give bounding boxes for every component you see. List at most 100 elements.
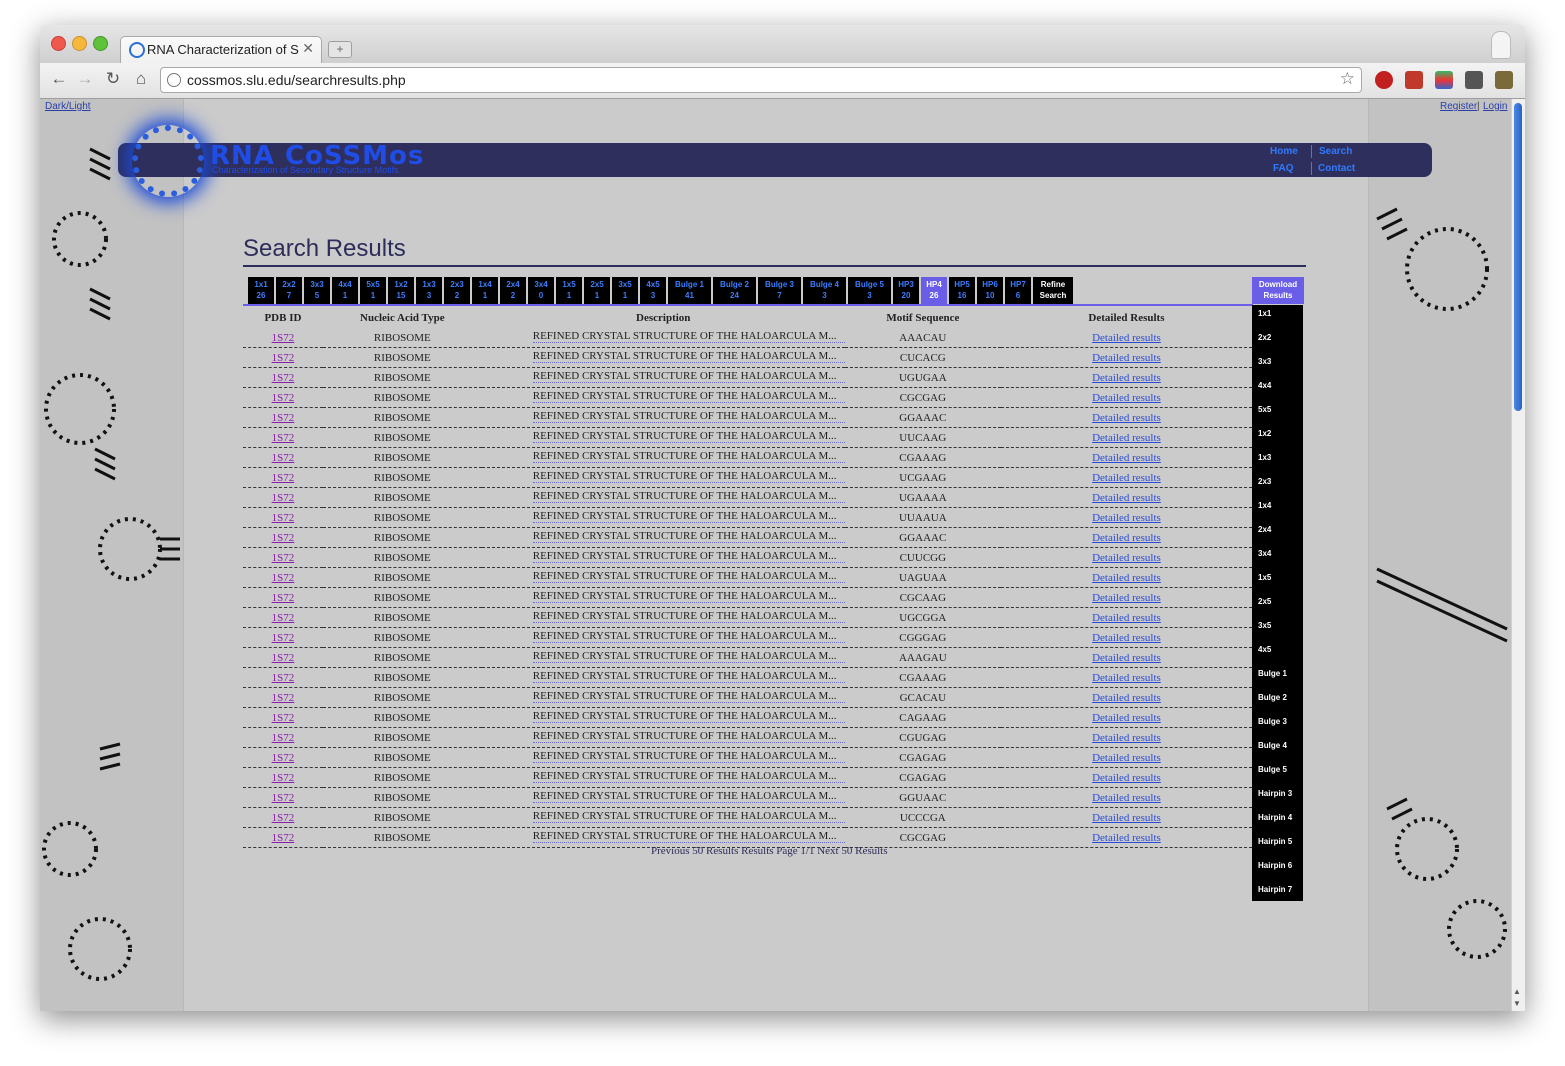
- nav-faq[interactable]: FAQ: [1273, 163, 1294, 174]
- detailed-results-link[interactable]: Detailed results: [1092, 752, 1161, 764]
- pdb-id-link[interactable]: 1S72: [272, 332, 295, 344]
- pdb-id-link[interactable]: 1S72: [272, 772, 295, 784]
- scrollbar-thumb[interactable]: [1514, 103, 1522, 411]
- pdb-id-link[interactable]: 1S72: [272, 352, 295, 364]
- adblock-extension-icon[interactable]: [1375, 71, 1393, 89]
- pdb-id-link[interactable]: 1S72: [272, 372, 295, 384]
- nav-home[interactable]: Home: [1270, 146, 1298, 157]
- description-text[interactable]: REFINED CRYSTAL STRUCTURE OF THE HALOARC…: [532, 370, 845, 383]
- login-link[interactable]: Login: [1483, 101, 1507, 112]
- pdb-id-link[interactable]: 1S72: [272, 612, 295, 624]
- new-tab-button[interactable]: +: [328, 41, 352, 58]
- detailed-results-link[interactable]: Detailed results: [1092, 732, 1161, 744]
- pdb-id-link[interactable]: 1S72: [272, 512, 295, 524]
- profile-icon[interactable]: [1491, 31, 1511, 59]
- filter-tab-bulge4[interactable]: Bulge 4 3: [803, 277, 846, 304]
- description-text[interactable]: REFINED CRYSTAL STRUCTURE OF THE HALOARC…: [532, 750, 845, 763]
- filter-tab-3x3[interactable]: 3x3 5: [304, 277, 330, 304]
- pdb-id-link[interactable]: 1S72: [272, 652, 295, 664]
- wrench-menu-icon[interactable]: [1495, 71, 1513, 89]
- detailed-results-link[interactable]: Detailed results: [1092, 812, 1161, 824]
- pdb-id-link[interactable]: 1S72: [272, 412, 295, 424]
- dark-light-toggle[interactable]: Dark/Light: [45, 101, 91, 112]
- download-item[interactable]: Hairpin 3: [1258, 789, 1292, 798]
- filter-tab-3x5[interactable]: 3x5 1: [612, 277, 638, 304]
- detailed-results-link[interactable]: Detailed results: [1092, 452, 1161, 464]
- detailed-results-link[interactable]: Detailed results: [1092, 652, 1161, 664]
- filter-tab-4x4[interactable]: 4x4 1: [332, 277, 358, 304]
- download-item[interactable]: Bulge 3: [1258, 717, 1287, 726]
- description-text[interactable]: REFINED CRYSTAL STRUCTURE OF THE HALOARC…: [532, 590, 845, 603]
- filter-tab-2x5[interactable]: 2x5 1: [584, 277, 610, 304]
- download-item[interactable]: 1x5: [1258, 573, 1271, 582]
- filter-tab-hp5[interactable]: HP5 16: [949, 277, 975, 304]
- pdb-id-link[interactable]: 1S72: [272, 732, 295, 744]
- detailed-results-link[interactable]: Detailed results: [1092, 392, 1161, 404]
- description-text[interactable]: REFINED CRYSTAL STRUCTURE OF THE HALOARC…: [532, 510, 845, 523]
- address-url[interactable]: cossmos.slu.edu/searchresults.php: [187, 72, 406, 88]
- pagination[interactable]: Previous 50 Results Results Page 1/1 Nex…: [651, 845, 888, 857]
- pdb-id-link[interactable]: 1S72: [272, 452, 295, 464]
- download-item[interactable]: Bulge 1: [1258, 669, 1287, 678]
- download-item[interactable]: Hairpin 6: [1258, 861, 1292, 870]
- detailed-results-link[interactable]: Detailed results: [1092, 572, 1161, 584]
- download-item[interactable]: 1x3: [1258, 453, 1271, 462]
- close-window-button[interactable]: [51, 36, 66, 51]
- description-text[interactable]: REFINED CRYSTAL STRUCTURE OF THE HALOARC…: [532, 330, 845, 343]
- detailed-results-link[interactable]: Detailed results: [1092, 532, 1161, 544]
- detailed-results-link[interactable]: Detailed results: [1092, 352, 1161, 364]
- filter-tab-5x5[interactable]: 5x5 1: [360, 277, 386, 304]
- pdb-id-link[interactable]: 1S72: [272, 492, 295, 504]
- detailed-results-link[interactable]: Detailed results: [1092, 372, 1161, 384]
- download-item[interactable]: Bulge 2: [1258, 693, 1287, 702]
- pdb-id-link[interactable]: 1S72: [272, 572, 295, 584]
- zoom-window-button[interactable]: [93, 36, 108, 51]
- description-text[interactable]: REFINED CRYSTAL STRUCTURE OF THE HALOARC…: [532, 410, 845, 423]
- filter-tab-hp7[interactable]: HP7 6: [1005, 277, 1031, 304]
- download-item[interactable]: Bulge 4: [1258, 741, 1287, 750]
- description-text[interactable]: REFINED CRYSTAL STRUCTURE OF THE HALOARC…: [532, 570, 845, 583]
- lightning-extension-icon[interactable]: [1465, 71, 1483, 89]
- filter-tab-4x5[interactable]: 4x5 3: [640, 277, 666, 304]
- detailed-results-link[interactable]: Detailed results: [1092, 712, 1161, 724]
- description-text[interactable]: REFINED CRYSTAL STRUCTURE OF THE HALOARC…: [532, 810, 845, 823]
- download-item[interactable]: 3x4: [1258, 549, 1271, 558]
- description-text[interactable]: REFINED CRYSTAL STRUCTURE OF THE HALOARC…: [532, 610, 845, 623]
- download-item[interactable]: 4x5: [1258, 645, 1271, 654]
- description-text[interactable]: REFINED CRYSTAL STRUCTURE OF THE HALOARC…: [532, 670, 845, 683]
- description-text[interactable]: REFINED CRYSTAL STRUCTURE OF THE HALOARC…: [532, 630, 845, 643]
- download-item[interactable]: 2x5: [1258, 597, 1271, 606]
- detailed-results-link[interactable]: Detailed results: [1092, 432, 1161, 444]
- detailed-results-link[interactable]: Detailed results: [1092, 512, 1161, 524]
- vertical-scrollbar[interactable]: ▲ ▼: [1511, 99, 1525, 1011]
- filter-tab-bulge1[interactable]: Bulge 1 41: [668, 277, 711, 304]
- filter-tab-hp6[interactable]: HP6 10: [977, 277, 1003, 304]
- nav-contact[interactable]: Contact: [1318, 163, 1355, 174]
- filter-tab-bulge3[interactable]: Bulge 3 7: [758, 277, 801, 304]
- bookmark-star-icon[interactable]: ☆: [1340, 69, 1355, 89]
- filter-tab-3x4[interactable]: 3x4 0: [528, 277, 554, 304]
- download-item[interactable]: 4x4: [1258, 381, 1271, 390]
- filter-tab-2x4[interactable]: 2x4 2: [500, 277, 526, 304]
- description-text[interactable]: REFINED CRYSTAL STRUCTURE OF THE HALOARC…: [532, 830, 845, 843]
- pdb-id-link[interactable]: 1S72: [272, 712, 295, 724]
- description-text[interactable]: REFINED CRYSTAL STRUCTURE OF THE HALOARC…: [532, 770, 845, 783]
- download-item[interactable]: 2x4: [1258, 525, 1271, 534]
- filter-tab-bulge5[interactable]: Bulge 5 3: [848, 277, 891, 304]
- description-text[interactable]: REFINED CRYSTAL STRUCTURE OF THE HALOARC…: [532, 450, 845, 463]
- download-item[interactable]: 5x5: [1258, 405, 1271, 414]
- detailed-results-link[interactable]: Detailed results: [1092, 492, 1161, 504]
- dictionary-extension-icon[interactable]: [1405, 71, 1423, 89]
- pdb-id-link[interactable]: 1S72: [272, 792, 295, 804]
- download-item[interactable]: 1x4: [1258, 501, 1271, 510]
- detailed-results-link[interactable]: Detailed results: [1092, 832, 1161, 844]
- detailed-results-link[interactable]: Detailed results: [1092, 412, 1161, 424]
- pdb-id-link[interactable]: 1S72: [272, 552, 295, 564]
- detailed-results-link[interactable]: Detailed results: [1092, 672, 1161, 684]
- filter-tab-1x3[interactable]: 1x3 3: [416, 277, 442, 304]
- minimize-window-button[interactable]: [72, 36, 87, 51]
- filter-tab-2x3[interactable]: 2x3 2: [444, 277, 470, 304]
- description-text[interactable]: REFINED CRYSTAL STRUCTURE OF THE HALOARC…: [532, 550, 845, 563]
- filter-tab-1x2[interactable]: 1x2 15: [388, 277, 414, 304]
- description-text[interactable]: REFINED CRYSTAL STRUCTURE OF THE HALOARC…: [532, 470, 845, 483]
